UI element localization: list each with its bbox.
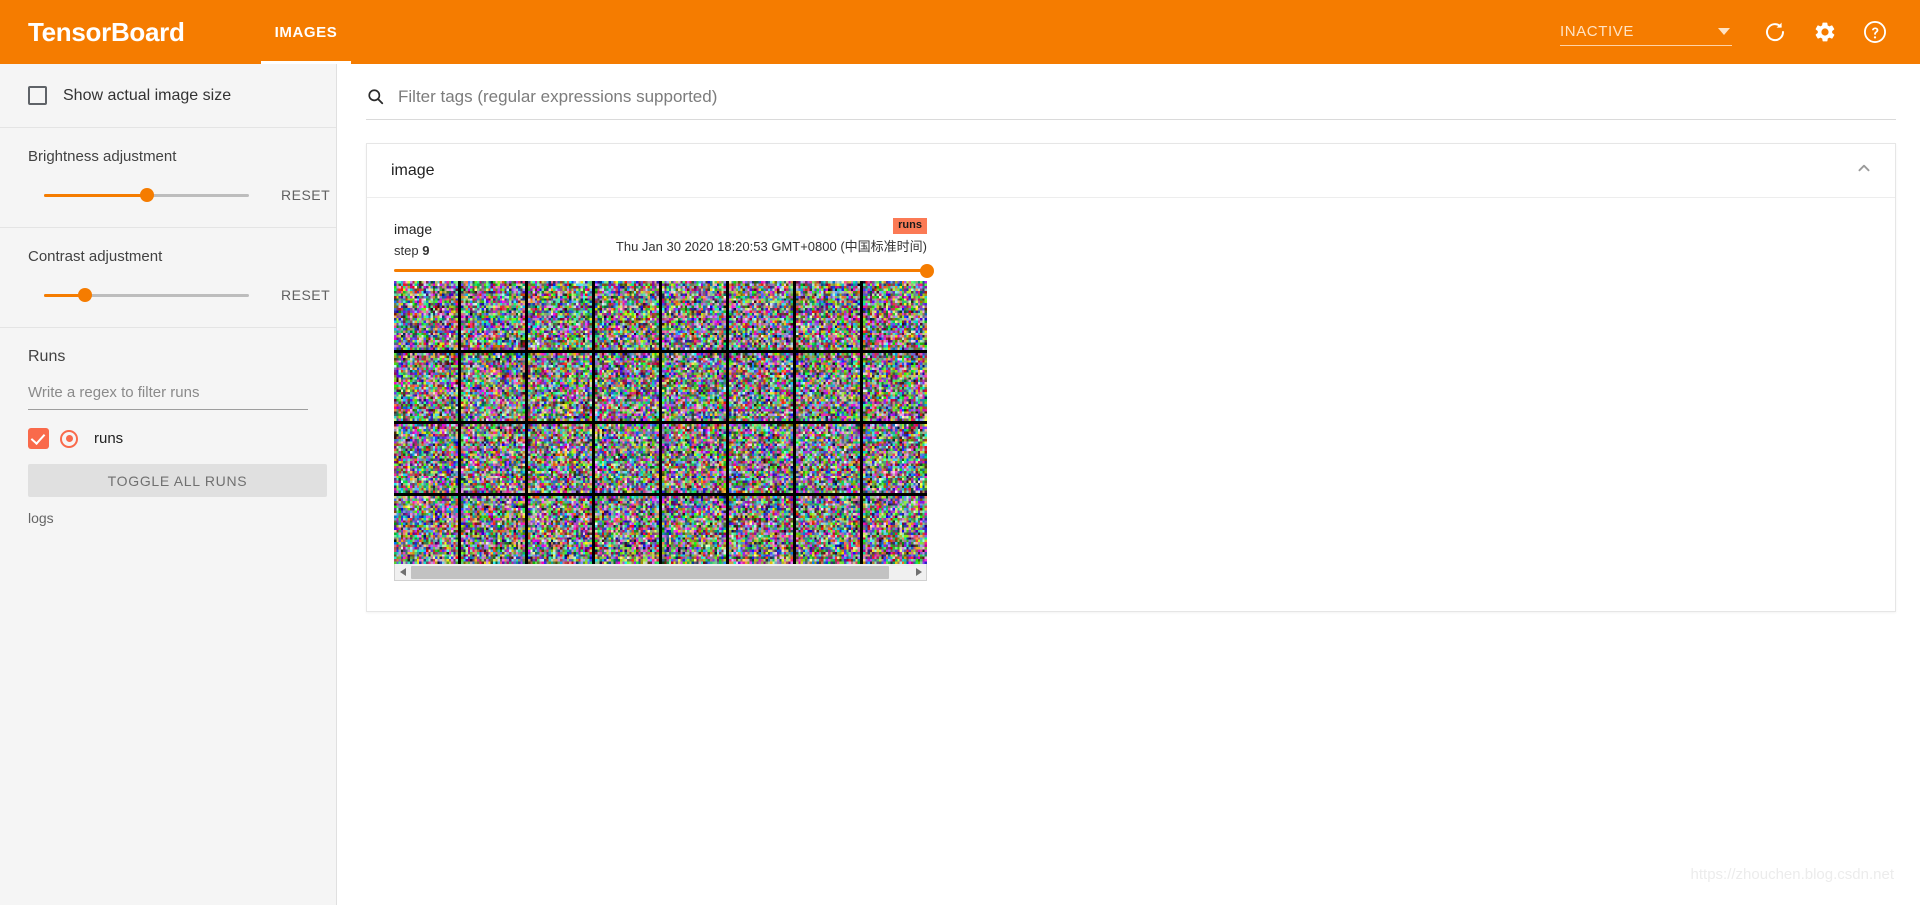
arrow-right-icon[interactable]: [911, 565, 926, 580]
gear-icon[interactable]: [1808, 15, 1842, 49]
tag-group-header[interactable]: image: [367, 144, 1895, 198]
image-noise-tile: [796, 496, 860, 565]
tag-group-card: image image step 9 Thu Jan 30 2020 18:20…: [366, 143, 1896, 612]
image-noise-tile: [394, 353, 458, 422]
image-noise-tile: [863, 353, 927, 422]
image-noise-grid: [394, 281, 927, 564]
contrast-title: Contrast adjustment: [28, 248, 336, 265]
contrast-slider[interactable]: [44, 294, 249, 297]
run-selector-dropdown[interactable]: INACTIVE: [1560, 19, 1732, 46]
image-card-meta: image step 9 Thu Jan 30 2020 18:20:53 GM…: [394, 220, 927, 259]
sidebar-section-contrast: Contrast adjustment RESET: [0, 228, 336, 328]
step-value: 9: [422, 243, 429, 258]
runs-filter-placeholder: Write a regex to filter runs: [28, 384, 199, 401]
image-noise-tile: [461, 281, 525, 350]
top-app-bar: TensorBoard IMAGES INACTIVE: [0, 0, 1920, 64]
runs-filter-input[interactable]: Write a regex to filter runs: [28, 384, 308, 410]
image-noise-tile: [394, 424, 458, 493]
page-body: Show actual image size Brightness adjust…: [0, 64, 1920, 905]
image-noise-tile: [595, 424, 659, 493]
image-noise-tile: [863, 424, 927, 493]
chevron-up-icon[interactable]: [1853, 157, 1875, 184]
image-noise-tile: [863, 281, 927, 350]
image-noise-tile: [662, 496, 726, 565]
app-brand-title: TensorBoard: [28, 17, 185, 48]
image-card-timestamp: Thu Jan 30 2020 18:20:53 GMT+0800 (中国标准时…: [616, 236, 927, 255]
toggle-all-runs-button[interactable]: TOGGLE ALL RUNS: [28, 464, 327, 497]
image-card-tag: image: [394, 220, 432, 239]
help-circle-icon[interactable]: [1858, 15, 1892, 49]
step-label: step: [394, 243, 419, 258]
tag-group-title: image: [391, 162, 435, 180]
sidebar: Show actual image size Brightness adjust…: [0, 64, 337, 905]
search-icon: [366, 87, 385, 106]
sidebar-section-runs: Runs Write a regex to filter runs runs T…: [0, 328, 336, 526]
runs-title: Runs: [28, 348, 336, 366]
page-watermark: https://zhouchen.blog.csdn.net: [1691, 866, 1894, 883]
image-noise-tile: [796, 281, 860, 350]
image-card-step: step 9: [394, 242, 432, 260]
image-preview[interactable]: [394, 281, 927, 564]
image-noise-tile: [528, 353, 592, 422]
main-content: Filter tags (regular expressions support…: [337, 64, 1920, 905]
scrollbar-thumb[interactable]: [411, 566, 889, 579]
image-noise-tile: [528, 281, 592, 350]
run-item-runs[interactable]: runs: [28, 428, 336, 449]
image-noise-tile: [729, 281, 793, 350]
image-noise-tile: [729, 496, 793, 565]
image-noise-tile: [729, 424, 793, 493]
image-card: image step 9 Thu Jan 30 2020 18:20:53 GM…: [394, 220, 927, 581]
image-noise-tile: [595, 281, 659, 350]
image-noise-tile: [595, 496, 659, 565]
nav-tabs: IMAGES: [253, 0, 360, 64]
image-noise-tile: [729, 353, 793, 422]
chevron-down-icon: [1718, 28, 1730, 35]
image-noise-tile: [796, 353, 860, 422]
checkbox-unchecked-icon: [28, 86, 47, 105]
tab-images[interactable]: IMAGES: [253, 0, 360, 64]
image-noise-tile: [394, 281, 458, 350]
contrast-reset-button[interactable]: RESET: [281, 287, 330, 303]
step-slider[interactable]: [394, 269, 927, 272]
image-noise-tile: [662, 424, 726, 493]
image-noise-tile: [528, 496, 592, 565]
logs-path-label: logs: [28, 510, 336, 526]
image-noise-tile: [863, 496, 927, 565]
top-bar-actions: INACTIVE: [1560, 15, 1896, 49]
tag-filter-placeholder: Filter tags (regular expressions support…: [398, 87, 717, 107]
brightness-slider-fill: [44, 194, 147, 197]
brightness-slider-thumb[interactable]: [140, 188, 154, 202]
run-badge: runs: [893, 218, 927, 234]
contrast-slider-thumb[interactable]: [78, 288, 92, 302]
run-checkbox-checked-icon[interactable]: [28, 428, 49, 449]
show-actual-image-size-label: Show actual image size: [63, 87, 231, 105]
run-selector-value: INACTIVE: [1560, 23, 1718, 40]
brightness-title: Brightness adjustment: [28, 148, 336, 165]
image-horizontal-scrollbar[interactable]: [394, 564, 927, 581]
image-noise-tile: [528, 424, 592, 493]
tab-images-label: IMAGES: [275, 24, 338, 41]
arrow-left-icon[interactable]: [395, 565, 410, 580]
image-noise-tile: [595, 353, 659, 422]
show-actual-image-size-toggle[interactable]: Show actual image size: [0, 64, 336, 127]
brightness-reset-button[interactable]: RESET: [281, 187, 330, 203]
sidebar-section-brightness: Brightness adjustment RESET: [0, 128, 336, 228]
image-noise-tile: [461, 424, 525, 493]
image-noise-tile: [461, 353, 525, 422]
sidebar-section-actual-size: Show actual image size: [0, 64, 336, 128]
image-noise-tile: [662, 281, 726, 350]
run-color-radio-icon[interactable]: [60, 430, 78, 448]
tag-group-body: image step 9 Thu Jan 30 2020 18:20:53 GM…: [367, 198, 1895, 611]
image-noise-tile: [461, 496, 525, 565]
image-noise-tile: [394, 496, 458, 565]
refresh-icon[interactable]: [1758, 15, 1792, 49]
brightness-slider[interactable]: [44, 194, 249, 197]
image-noise-tile: [662, 353, 726, 422]
step-slider-thumb[interactable]: [920, 264, 934, 278]
tag-filter-input[interactable]: Filter tags (regular expressions support…: [366, 84, 1896, 120]
image-noise-tile: [796, 424, 860, 493]
run-item-label: runs: [94, 430, 123, 447]
